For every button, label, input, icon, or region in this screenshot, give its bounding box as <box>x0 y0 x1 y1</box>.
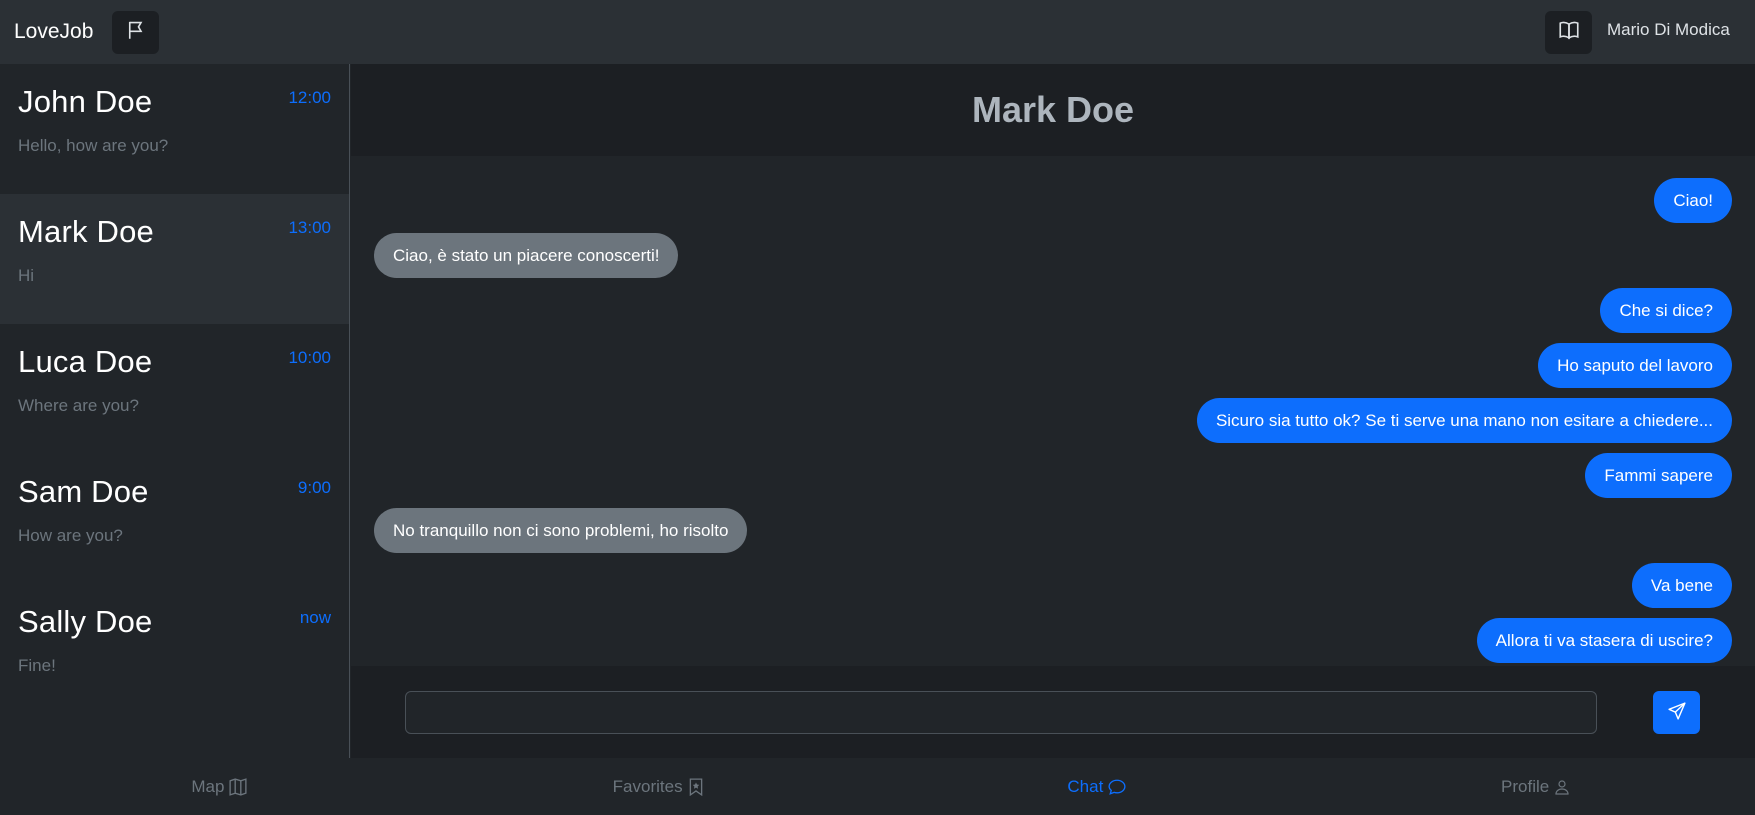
contact-list: John Doe 12:00 Hello, how are you? Mark … <box>0 64 350 758</box>
nav-map[interactable]: Map <box>0 758 439 815</box>
message-sent: Allora ti va stasera di uscire? <box>1476 618 1732 663</box>
nav-profile[interactable]: Profile <box>1316 758 1755 815</box>
map-icon <box>229 777 247 796</box>
contact-name: John Doe <box>18 84 153 119</box>
message-sent: Sicuro sia tutto ok? Se ti serve una man… <box>1196 398 1732 443</box>
flag-button[interactable] <box>112 10 160 54</box>
contact-preview: Hi <box>18 266 35 285</box>
contact-preview: Where are you? <box>18 396 139 415</box>
nav-chat[interactable]: Chat <box>878 758 1317 815</box>
contact-item[interactable]: Sally Doe now Fine! <box>0 584 349 714</box>
contact-name: Mark Doe <box>18 214 154 249</box>
message-sent: Che si dice? <box>1600 288 1732 333</box>
message-sent: Ho saputo del lavoro <box>1538 343 1732 388</box>
message-list[interactable]: Ciao! Ciao, è stato un piacere conoscert… <box>351 156 1755 666</box>
flag-icon <box>126 20 146 45</box>
chat-panel: Mark Doe Ciao! Ciao, è stato un piacere … <box>351 64 1755 758</box>
message-sent: Va bene <box>1631 563 1732 608</box>
contact-name: Luca Doe <box>18 344 153 379</box>
contact-item-active[interactable]: Mark Doe 13:00 Hi <box>0 194 349 324</box>
contact-name: Sally Doe <box>18 604 153 639</box>
book-icon <box>1558 20 1579 45</box>
message-input[interactable] <box>405 691 1597 734</box>
message-received: No tranquillo non ci sono problemi, ho r… <box>374 508 748 553</box>
chat-icon <box>1108 778 1126 796</box>
contact-time: 13:00 <box>288 218 331 237</box>
send-icon <box>1667 702 1686 723</box>
message-received: Ciao, è stato un piacere conoscerti! <box>374 233 679 278</box>
username[interactable]: Mario Di Modica <box>1607 20 1730 40</box>
send-button[interactable] <box>1653 691 1700 734</box>
person-icon <box>1554 779 1570 795</box>
contact-preview: How are you? <box>18 526 123 545</box>
contact-preview: Hello, how are you? <box>18 136 169 155</box>
chat-header: Mark Doe <box>351 64 1755 156</box>
message-sent: Ciao! <box>1654 178 1732 223</box>
bookmark-icon <box>688 777 704 796</box>
bottom-nav: Map Favorites Chat Profile <box>0 758 1755 815</box>
contact-item[interactable]: Sam Doe 9:00 How are you? <box>0 454 349 584</box>
nav-profile-label: Profile <box>1501 776 1550 796</box>
message-composer <box>351 666 1755 758</box>
contact-time: 12:00 <box>288 88 331 107</box>
book-button[interactable] <box>1545 11 1592 54</box>
nav-chat-label: Chat <box>1067 776 1104 796</box>
chat-title: Mark Doe <box>971 89 1135 130</box>
contact-item[interactable]: Luca Doe 10:00 Where are you? <box>0 324 349 454</box>
message-sent: Fammi sapere <box>1585 453 1732 498</box>
contact-time: 9:00 <box>297 478 331 497</box>
contact-time: now <box>299 608 331 627</box>
contact-preview: Fine! <box>18 656 56 675</box>
nav-favorites[interactable]: Favorites <box>439 758 878 815</box>
contact-time: 10:00 <box>288 348 331 367</box>
contact-name: Sam Doe <box>18 474 149 509</box>
brand-logo[interactable]: LoveJob <box>14 20 93 44</box>
nav-favorites-label: Favorites <box>612 776 683 796</box>
top-navbar: LoveJob Mario Di Modica <box>0 0 1755 64</box>
nav-map-label: Map <box>191 776 225 796</box>
contact-item[interactable]: John Doe 12:00 Hello, how are you? <box>0 64 349 194</box>
